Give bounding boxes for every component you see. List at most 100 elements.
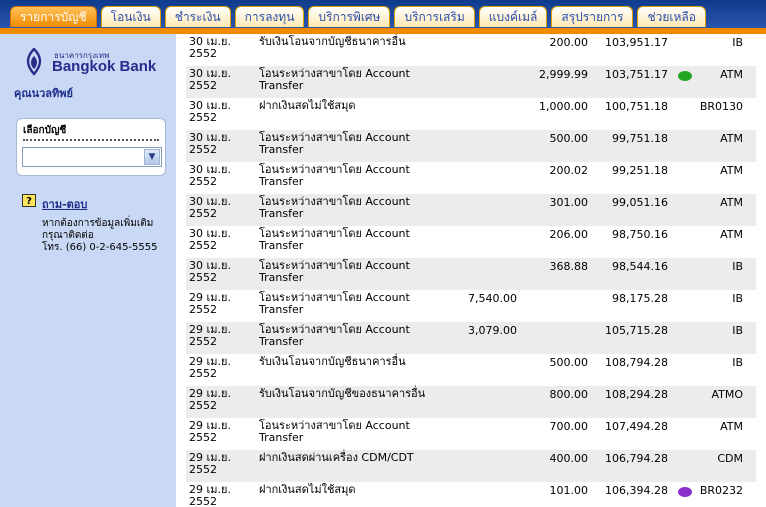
sidebar: ธนาคารกรุงเทพ Bangkok Bank คุณนวลทิพย์ เ… (0, 34, 176, 507)
table-row: 30 เม.ย. 2552 โอนระหว่างสาขาโดย Account Tra… (186, 130, 756, 162)
description-cell: รับเงินโอนจากบัญชีธนาคารอื่น (259, 36, 459, 48)
date-year: 2552 (189, 143, 217, 156)
date-year: 2552 (189, 111, 217, 124)
date-cell: 30 เม.ย. 2552 (189, 260, 249, 284)
table-row: 30 เม.ย. 2552 รับเงินโอนจากบัญชีธนาคารอื่น… (186, 34, 756, 66)
date-cell: 29 เม.ย. 2552 (189, 356, 249, 380)
date-cell: 30 เม.ย. 2552 (189, 36, 249, 60)
description-cell: รับเงินโอนจากบัญชีของธนาคารอื่น (259, 388, 459, 400)
description-line-1: รับเงินโอนจากบัญชีธนาคารอื่น (259, 355, 406, 368)
description-cell: โอนระหว่างสาขาโดย Account Transfer (259, 132, 459, 156)
channel-cell: IB (732, 324, 743, 337)
description-cell: ฝากเงินสดไม่ใช้สมุด (259, 100, 459, 112)
date-year: 2552 (189, 495, 217, 507)
transaction-list-area[interactable]: 30 เม.ย. 2552 รับเงินโอนจากบัญชีธนาคารอื่น… (176, 34, 766, 507)
channel-cell: IB (732, 36, 743, 49)
table-row: 30 เม.ย. 2552 โอนระหว่างสาขาโดย Account Tra… (186, 194, 756, 226)
table-row: 29 เม.ย. 2552 โอนระหว่างสาขาโดย Account Tra… (186, 290, 756, 322)
balance-cell: 106,794.28 (605, 452, 668, 465)
date-year: 2552 (189, 207, 217, 220)
channel-cell: ATM (720, 420, 743, 433)
contact-line-1: หากต้องการข้อมูลเพิ่มเติม (42, 218, 154, 229)
description-cell: โอนระหว่างสาขาโดย Account Transfer (259, 324, 459, 348)
deposit-cell: 200.00 (549, 36, 589, 49)
account-select[interactable]: ▼ (22, 147, 162, 167)
account-selector-title: เลือกบัญชี (23, 125, 67, 136)
date-year: 2552 (189, 47, 217, 60)
table-row: 30 เม.ย. 2552 โอนระหว่างสาขาโดย Account Tra… (186, 162, 756, 194)
date-cell: 30 เม.ย. 2552 (189, 68, 249, 92)
date-year: 2552 (189, 175, 217, 188)
contact-info: หากต้องการข้อมูลเพิ่มเติม กรุณาติดต่อ โท… (42, 218, 157, 254)
chevron-down-icon[interactable]: ▼ (144, 149, 160, 165)
deposit-cell: 500.00 (549, 132, 589, 145)
date-year: 2552 (189, 367, 217, 380)
balance-cell: 99,751.18 (612, 132, 668, 145)
tab-4[interactable]: บริการพิเศษ (308, 6, 391, 27)
channel-cell: IB (732, 260, 743, 273)
tab-1[interactable]: โอนเงิน (100, 6, 161, 27)
tab-5[interactable]: บริการเสริม (394, 6, 475, 27)
tab-0[interactable]: รายการบัญชี (10, 6, 97, 27)
faq-link[interactable]: ถาม-ตอบ (42, 195, 87, 213)
description-line-1: รับเงินโอนจากบัญชีของธนาคารอื่น (259, 387, 426, 400)
bank-name: Bangkok Bank (52, 58, 157, 75)
balance-cell: 98,750.16 (612, 228, 668, 241)
table-row: 29 เม.ย. 2552 รับเงินโอนจากบัญชีของธนาคารอ… (186, 386, 756, 418)
description-cell: โอนระหว่างสาขาโดย Account Transfer (259, 164, 459, 188)
date-cell: 29 เม.ย. 2552 (189, 292, 249, 316)
description-cell: โอนระหว่างสาขาโดย Account Transfer (259, 260, 459, 284)
table-row: 30 เม.ย. 2552 โอนระหว่างสาขาโดย Account Tra… (186, 66, 756, 98)
question-icon: ? (22, 194, 36, 207)
date-cell: 29 เม.ย. 2552 (189, 388, 249, 412)
date-year: 2552 (189, 463, 217, 476)
balance-cell: 99,251.18 (612, 164, 668, 177)
help-section: ? ถาม-ตอบ หากต้องการข้อมูลเพิ่มเติม กรุณ… (22, 194, 172, 264)
deposit-cell: 301.00 (549, 196, 589, 209)
table-row: 29 เม.ย. 2552 รับเงินโอนจากบัญชีธนาคารอื่น… (186, 354, 756, 386)
account-selector-box: เลือกบัญชี ▼ (16, 118, 166, 176)
table-row: 29 เม.ย. 2552 ฝากเงินสดไม่ใช้สมุด 101.00 106… (186, 482, 756, 507)
channel-cell: IB (732, 292, 743, 305)
channel-cell: ATM (720, 164, 743, 177)
withdrawal-cell: 7,540.00 (468, 292, 517, 305)
table-row: 30 เม.ย. 2552 โอนระหว่างสาขาโดย Account Tra… (186, 226, 756, 258)
deposit-cell: 1,000.00 (539, 100, 588, 113)
tab-3[interactable]: การลงทุน (234, 6, 305, 27)
description-line-2: Transfer (259, 79, 304, 92)
balance-cell: 108,294.28 (605, 388, 668, 401)
balance-cell: 98,175.28 (612, 292, 668, 305)
purple-mark (678, 487, 692, 497)
description-line-1: ฝากเงินสดไม่ใช้สมุด (259, 483, 356, 496)
balance-cell: 105,715.28 (605, 324, 668, 337)
bank-logo[interactable]: ธนาคารกรุงเทพ Bangkok Bank (22, 46, 172, 82)
description-line-1: ฝากเงินสดไม่ใช้สมุด (259, 99, 356, 112)
main-tabs: รายการบัญชี โอนเงิน ชำระเงิน การลงทุน บริการ… (10, 6, 706, 28)
date-cell: 29 เม.ย. 2552 (189, 484, 249, 507)
description-cell: ฝากเงินสดไม่ใช้สมุด (259, 484, 459, 496)
deposit-cell: 206.00 (549, 228, 589, 241)
deposit-cell: 368.88 (549, 260, 589, 273)
deposit-cell: 2,999.99 (539, 68, 588, 81)
date-cell: 29 เม.ย. 2552 (189, 452, 249, 476)
tab-6[interactable]: แบงค์เมล์ (478, 6, 548, 27)
tab-2[interactable]: ชำระเงิน (164, 6, 231, 27)
description-line-2: Transfer (259, 335, 304, 348)
description-cell: โอนระหว่างสาขาโดย Account Transfer (259, 292, 459, 316)
balance-cell: 100,751.18 (605, 100, 668, 113)
table-row: 30 เม.ย. 2552 ฝากเงินสดไม่ใช้สมุด 1,000.00 1… (186, 98, 756, 130)
description-cell: โอนระหว่างสาขาโดย Account Transfer (259, 420, 459, 444)
balance-cell: 98,544.16 (612, 260, 668, 273)
description-line-2: Transfer (259, 175, 304, 188)
description-cell: โอนระหว่างสาขาโดย Account Transfer (259, 228, 459, 252)
description-line-1: ฝากเงินสดผ่านเครื่อง CDM/CDT (259, 451, 414, 464)
description-cell: ฝากเงินสดผ่านเครื่อง CDM/CDT (259, 452, 459, 464)
date-cell: 30 เม.ย. 2552 (189, 100, 249, 124)
contact-line-3: โทร. (66) 0-2-645-5555 (42, 242, 158, 253)
date-year: 2552 (189, 431, 217, 444)
contact-line-2: กรุณาติดต่อ (42, 230, 94, 241)
tab-8[interactable]: ช่วยเหลือ (637, 6, 706, 27)
tab-7[interactable]: สรุปรายการ (551, 6, 634, 27)
date-year: 2552 (189, 399, 217, 412)
dotted-divider (23, 139, 159, 141)
